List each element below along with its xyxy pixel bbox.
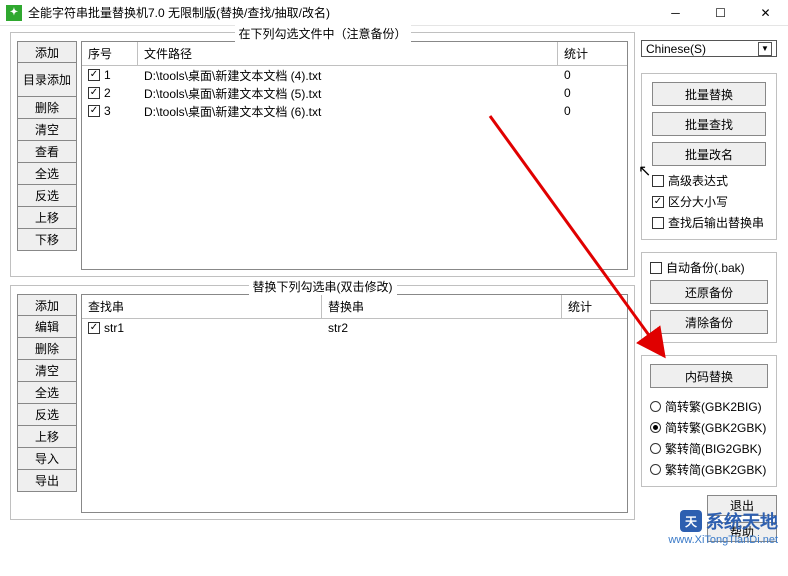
row-checkbox-icon[interactable] bbox=[88, 105, 100, 117]
files-btn-0[interactable]: 添加 bbox=[17, 41, 77, 63]
strings-btn-5[interactable]: 反选 bbox=[17, 404, 77, 426]
files-table-header: 序号 文件路径 统计 bbox=[82, 42, 627, 66]
batch-replace-button[interactable]: 批量替换 bbox=[652, 82, 766, 106]
radio-icon bbox=[650, 464, 661, 475]
radio-icon bbox=[650, 422, 661, 433]
checkbox-icon bbox=[652, 175, 664, 187]
files-table-body[interactable]: 1D:\tools\桌面\新建文本文档 (4).txt02D:\tools\桌面… bbox=[82, 66, 627, 269]
titlebar: ✦ 全能字符串批量替换机7.0 无限制版(替换/查找/抽取/改名) ─ ☐ ✕ bbox=[0, 0, 788, 26]
row-checkbox-icon[interactable] bbox=[88, 87, 100, 99]
strings-table-header: 查找串 替换串 统计 bbox=[82, 295, 627, 319]
table-row[interactable]: 1D:\tools\桌面\新建文本文档 (4).txt0 bbox=[82, 66, 627, 84]
col-count2[interactable]: 统计 bbox=[562, 295, 622, 318]
minimize-button[interactable]: ─ bbox=[653, 0, 698, 26]
clear-backup-button[interactable]: 清除备份 bbox=[650, 310, 768, 334]
files-button-stack: 添加目录添加删除清空查看全选反选上移下移 bbox=[17, 41, 77, 270]
col-path[interactable]: 文件路径 bbox=[138, 42, 558, 65]
table-row[interactable]: str1str2 bbox=[82, 319, 627, 337]
batch-find-button[interactable]: 批量查找 bbox=[652, 112, 766, 136]
files-table: 序号 文件路径 统计 1D:\tools\桌面\新建文本文档 (4).txt02… bbox=[81, 41, 628, 270]
strings-table: 查找串 替换串 统计 str1str2 bbox=[81, 294, 628, 513]
encoding-radio-3[interactable]: 繁转简(GBK2GBK) bbox=[650, 461, 768, 478]
files-btn-6[interactable]: 反选 bbox=[17, 185, 77, 207]
strings-btn-0[interactable]: 添加 bbox=[17, 294, 77, 316]
encoding-radio-0[interactable]: 简转繁(GBK2BIG) bbox=[650, 398, 768, 415]
app-icon: ✦ bbox=[6, 5, 22, 21]
radio-icon bbox=[650, 443, 661, 454]
encoding-select[interactable]: Chinese(S) ▼ bbox=[641, 40, 777, 57]
strings-table-body[interactable]: str1str2 bbox=[82, 319, 627, 512]
strings-btn-2[interactable]: 删除 bbox=[17, 338, 77, 360]
strings-btn-7[interactable]: 导入 bbox=[17, 448, 77, 470]
case-sensitive-checkbox[interactable]: 区分大小写 bbox=[652, 193, 766, 210]
watermark: 天 系统天地 www.XiTongTianDi.net bbox=[668, 508, 778, 546]
strings-btn-6[interactable]: 上移 bbox=[17, 426, 77, 448]
right-sidebar: Chinese(S) ▼ 批量替换 批量查找 批量改名 高级表达式 区分大小写 … bbox=[641, 32, 777, 544]
radio-icon bbox=[650, 401, 661, 412]
files-panel: 在下列勾选文件中（注意备份） 添加目录添加删除清空查看全选反选上移下移 序号 文… bbox=[10, 32, 635, 277]
restore-backup-button[interactable]: 还原备份 bbox=[650, 280, 768, 304]
col-count[interactable]: 统计 bbox=[558, 42, 618, 65]
strings-btn-4[interactable]: 全选 bbox=[17, 382, 77, 404]
files-btn-8[interactable]: 下移 bbox=[17, 229, 77, 251]
files-panel-legend: 在下列勾选文件中（注意备份） bbox=[234, 25, 410, 42]
maximize-button[interactable]: ☐ bbox=[698, 0, 743, 26]
table-row[interactable]: 3D:\tools\桌面\新建文本文档 (6).txt0 bbox=[82, 102, 627, 120]
strings-button-stack: 添加编辑删除清空全选反选上移导入导出 bbox=[17, 294, 77, 513]
strings-panel: 替换下列勾选串(双击修改) 添加编辑删除清空全选反选上移导入导出 查找串 替换串… bbox=[10, 285, 635, 520]
close-button[interactable]: ✕ bbox=[743, 0, 788, 26]
checkbox-icon bbox=[650, 262, 662, 274]
files-btn-5[interactable]: 全选 bbox=[17, 163, 77, 185]
strings-btn-8[interactable]: 导出 bbox=[17, 470, 77, 492]
watermark-brand: 系统天地 bbox=[706, 508, 778, 534]
row-checkbox-icon[interactable] bbox=[88, 322, 100, 334]
code-replace-button[interactable]: 内码替换 bbox=[650, 364, 768, 388]
files-btn-7[interactable]: 上移 bbox=[17, 207, 77, 229]
row-checkbox-icon[interactable] bbox=[88, 69, 100, 81]
files-btn-4[interactable]: 查看 bbox=[17, 141, 77, 163]
files-btn-2[interactable]: 删除 bbox=[17, 97, 77, 119]
window-title: 全能字符串批量替换机7.0 无限制版(替换/查找/抽取/改名) bbox=[28, 4, 653, 21]
batch-rename-button[interactable]: 批量改名 bbox=[652, 142, 766, 166]
strings-panel-legend: 替换下列勾选串(双击修改) bbox=[249, 278, 397, 295]
strings-btn-3[interactable]: 清空 bbox=[17, 360, 77, 382]
dropdown-arrow-icon: ▼ bbox=[758, 42, 772, 56]
encoding-radio-1[interactable]: 简转繁(GBK2GBK) bbox=[650, 419, 768, 436]
encoding-value: Chinese(S) bbox=[646, 42, 706, 56]
auto-backup-checkbox[interactable]: 自动备份(.bak) bbox=[650, 259, 768, 276]
adv-expr-checkbox[interactable]: 高级表达式 bbox=[652, 172, 766, 189]
col-replace[interactable]: 替换串 bbox=[322, 295, 562, 318]
watermark-icon: 天 bbox=[680, 510, 702, 532]
checkbox-icon bbox=[652, 196, 664, 208]
table-row[interactable]: 2D:\tools\桌面\新建文本文档 (5).txt0 bbox=[82, 84, 627, 102]
watermark-url: www.XiTongTianDi.net bbox=[668, 534, 778, 546]
col-seq[interactable]: 序号 bbox=[82, 42, 138, 65]
checkbox-icon bbox=[652, 217, 664, 229]
strings-btn-1[interactable]: 编辑 bbox=[17, 316, 77, 338]
files-btn-3[interactable]: 清空 bbox=[17, 119, 77, 141]
encoding-radio-2[interactable]: 繁转简(BIG2GBK) bbox=[650, 440, 768, 457]
output-on-find-checkbox[interactable]: 查找后输出替换串 bbox=[652, 214, 766, 231]
files-btn-1[interactable]: 目录添加 bbox=[17, 63, 77, 97]
col-find[interactable]: 查找串 bbox=[82, 295, 322, 318]
